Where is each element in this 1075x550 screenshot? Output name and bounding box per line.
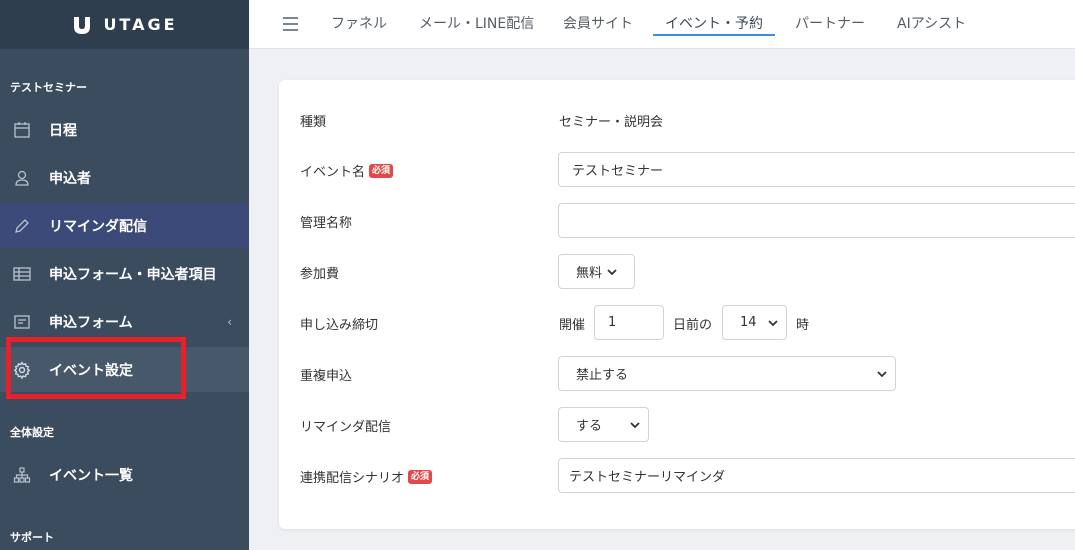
tab-mail-line[interactable]: メール・LINE配信 (419, 13, 534, 33)
deadline-hour-select[interactable]: 14 (722, 305, 787, 340)
type-label: 種類 (300, 115, 327, 130)
type-value: セミナー・説明会 (559, 115, 664, 130)
reminder-select-value: する (576, 419, 603, 434)
tab-partner[interactable]: パートナー (795, 13, 865, 33)
section-label-support: サポート (10, 531, 54, 544)
fee-select-value: 無料 (576, 266, 603, 281)
fee-label: 参加費 (300, 267, 340, 282)
duplicate-select[interactable]: 禁止する (558, 356, 896, 391)
sidebar-item-label: 申込フォーム・申込者項目 (49, 266, 217, 283)
deadline-prefix: 開催 (559, 318, 586, 333)
form-icon (11, 311, 33, 333)
reminder-select[interactable]: する (558, 407, 649, 442)
sidebar-item-event-list[interactable]: イベント一覧 (0, 452, 249, 497)
deadline-hour-value: 14 (740, 315, 757, 330)
sidebar-item-schedule[interactable]: 日程 (0, 107, 249, 152)
tab-member-site[interactable]: 会員サイト (563, 13, 633, 33)
calendar-icon (11, 119, 33, 141)
sidebar-item-label: 日程 (49, 122, 77, 139)
deadline-suffix: 時 (796, 318, 810, 333)
sidebar-item-form[interactable]: 申込フォーム ‹ (0, 299, 249, 344)
chevron-down-icon (768, 319, 778, 326)
tab-funnel[interactable]: ファネル (331, 13, 387, 33)
hamburger-menu-icon[interactable] (283, 17, 298, 31)
sidebar-item-form-fields[interactable]: 申込フォーム・申込者項目 (0, 251, 249, 296)
section-label-seminar: テストセミナー (10, 81, 87, 94)
chevron-down-icon (877, 370, 887, 377)
tab-event-booking[interactable]: イベント・予約 (665, 13, 763, 33)
reminder-label: リマインダ配信 (300, 420, 392, 435)
admin-name-input[interactable] (558, 203, 1075, 238)
scenario-select[interactable]: テストセミナーリマインダ (558, 458, 1075, 493)
sidebar-item-label: リマインダ配信 (49, 218, 147, 235)
duplicate-select-value: 禁止する (576, 368, 629, 383)
sidebar: UTAGE テストセミナー 日程 申込者 リマインダ配信 申込フォーム・申込者項… (0, 0, 249, 550)
tab-ai-assist[interactable]: AIアシスト (897, 13, 966, 33)
chevron-down-icon (630, 421, 640, 428)
utage-logo-icon (74, 14, 91, 34)
admin-name-label: 管理名称 (300, 216, 353, 231)
sidebar-item-reminder[interactable]: リマインダ配信 (0, 203, 249, 248)
deadline-label: 申し込み締切 (300, 318, 379, 333)
event-name-input[interactable]: テストセミナー (558, 152, 1075, 187)
duplicate-label: 重複申込 (300, 369, 353, 384)
section-label-global: 全体設定 (10, 426, 54, 439)
sitemap-icon (11, 464, 33, 486)
deadline-middle-text: 日前の (673, 318, 713, 333)
sidebar-item-event-settings[interactable]: イベント設定 (0, 347, 249, 392)
fee-select[interactable]: 無料 (558, 254, 635, 289)
sidebar-item-applicants[interactable]: 申込者 (0, 155, 249, 200)
required-badge: 必須 (369, 163, 394, 178)
pencil-icon (11, 215, 33, 237)
deadline-days-input[interactable]: 1 (594, 305, 664, 340)
chevron-down-icon (607, 268, 617, 275)
sidebar-item-label: イベント一覧 (49, 467, 133, 484)
scenario-label: 連携配信シナリオ 必須 (300, 467, 433, 486)
top-navbar: ファネル メール・LINE配信 会員サイト イベント・予約 パートナー AIアシ… (249, 0, 1075, 49)
required-badge: 必須 (408, 469, 433, 484)
brand-name: UTAGE (103, 15, 178, 34)
table-icon (11, 263, 33, 285)
sidebar-item-label: 申込者 (49, 170, 91, 187)
sidebar-item-label: 申込フォーム (49, 314, 133, 331)
active-tab-indicator (653, 34, 775, 36)
brand-header[interactable]: UTAGE (0, 0, 249, 49)
chevron-left-icon[interactable]: ‹ (227, 315, 232, 329)
sidebar-item-label: イベント設定 (49, 362, 133, 379)
event-name-label: イベント名 必須 (300, 161, 394, 180)
user-icon (11, 167, 33, 189)
gear-icon (11, 359, 33, 381)
